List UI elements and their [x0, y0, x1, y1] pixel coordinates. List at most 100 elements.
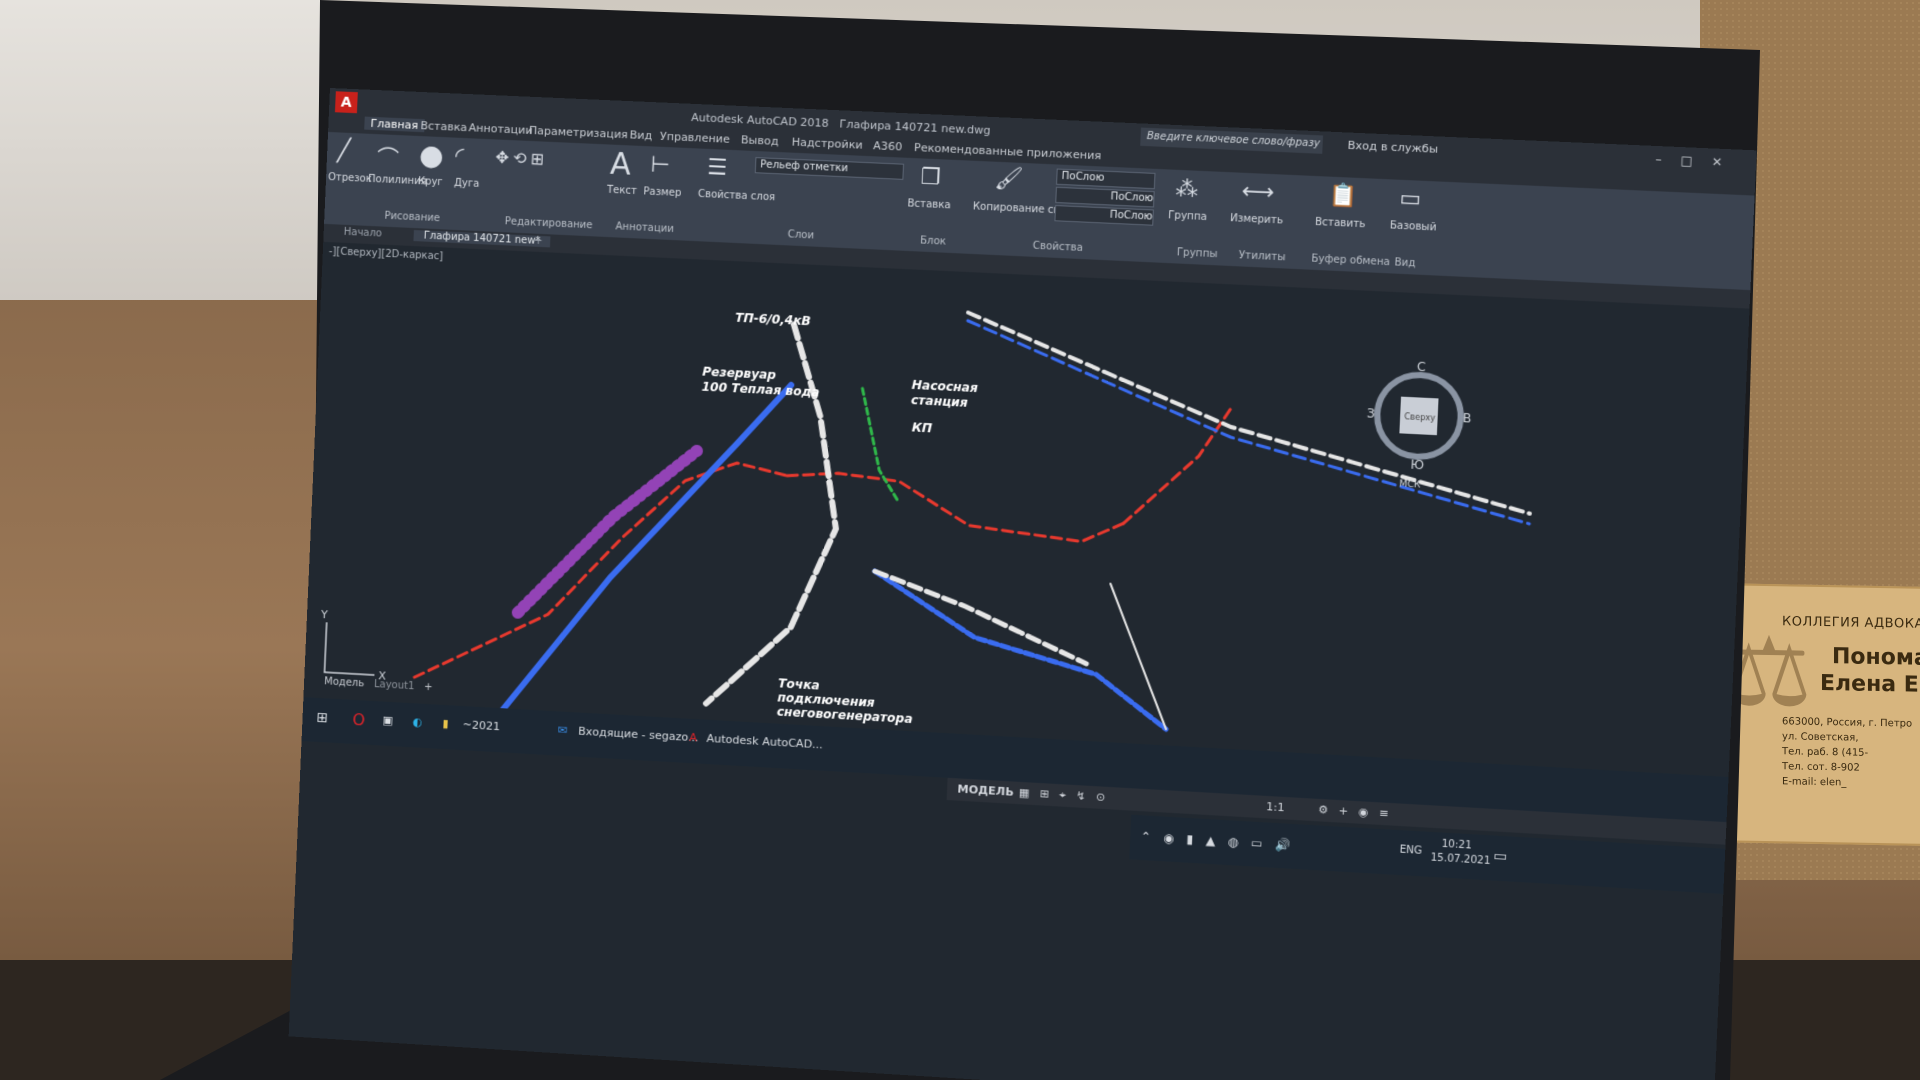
base-view-label[interactable]: Базовый	[1390, 220, 1437, 233]
insert-block-icon[interactable]: ❐	[920, 165, 941, 191]
tab-annotate[interactable]: Аннотации	[468, 121, 532, 137]
blue-road-top	[960, 321, 1537, 524]
add-layout-button[interactable]: +	[424, 682, 433, 693]
laptop-screen: A Autodesk AutoCAD 2018 Глафира 140721 n…	[288, 88, 1757, 1080]
red-pipe-left	[414, 447, 787, 697]
dimension-icon[interactable]: ⊢	[650, 152, 670, 178]
circle-tool-label[interactable]: Круг	[418, 176, 443, 188]
opera-icon[interactable]: O	[352, 710, 365, 730]
text-icon[interactable]: A	[609, 147, 631, 183]
tab-a360[interactable]: A360	[873, 139, 903, 153]
insert-label[interactable]: Вставка	[907, 198, 951, 211]
group-properties[interactable]: Свойства	[1032, 241, 1083, 254]
group-annotations[interactable]: Аннотации	[615, 221, 674, 235]
group-icon[interactable]: ⁂	[1175, 176, 1199, 202]
plaque-name2: Елена Евг	[1820, 670, 1920, 699]
tab-addins[interactable]: Надстройки	[791, 135, 863, 151]
group-draw[interactable]: Рисование	[384, 211, 440, 225]
autocad-app-icon[interactable]: A	[334, 91, 358, 115]
autocad-taskbar-icon[interactable]: A	[689, 731, 697, 745]
layer-properties-label[interactable]: Свойства слоя	[698, 189, 776, 204]
group-utilities[interactable]: Утилиты	[1239, 250, 1286, 263]
photo-scene: ⚖ КОЛЛЕГИЯ АДВОКА Понома Елена Евг 66300…	[0, 0, 1920, 1080]
group-block[interactable]: Блок	[920, 235, 946, 247]
taskbar-outlook[interactable]: Входящие - segazo...	[578, 725, 699, 745]
linetype-dropdown[interactable]: ПоСлою	[1055, 186, 1155, 208]
viewcube-mck: МСК	[1399, 479, 1421, 490]
white-road-branch	[871, 571, 1090, 663]
window-controls[interactable]: –□✕	[1655, 152, 1741, 170]
lineweight-dropdown[interactable]: ПоСлою	[1054, 205, 1154, 226]
new-tab-button[interactable]: +	[534, 236, 543, 247]
dimension-tool-label[interactable]: Размер	[643, 186, 681, 199]
plaque-addr1: 663000, Россия, г. Петро	[1782, 716, 1913, 730]
tab-parametric[interactable]: Параметризация	[529, 124, 629, 141]
arc-icon[interactable]: ◜	[455, 144, 465, 169]
taskbar-folder[interactable]: ~2021	[462, 718, 500, 733]
tab-manage[interactable]: Управление	[660, 130, 730, 146]
polyline-icon[interactable]: ⌒	[376, 140, 399, 173]
viewcube[interactable]: Сверху С З В Ю МСК	[1364, 357, 1474, 493]
viewcube-south: Ю	[1410, 457, 1424, 472]
edit-tools-icon[interactable]: ✥⟲⊞	[495, 147, 548, 168]
status-tools[interactable]: ⚙+◉≡	[1318, 803, 1400, 821]
tab-model[interactable]: Модель	[324, 676, 365, 689]
signin-button[interactable]: Вход в службы	[1347, 139, 1438, 156]
base-view-icon[interactable]: ▭	[1399, 186, 1422, 212]
blue-pipe-left	[493, 371, 791, 738]
plaque-addr2: ул. Советская,	[1782, 731, 1859, 744]
group-layers[interactable]: Слои	[787, 229, 814, 241]
label-station-2: станция	[911, 393, 969, 410]
tab-layout1[interactable]: Layout1	[374, 679, 415, 692]
color-dropdown[interactable]: ПоСлою	[1056, 168, 1156, 190]
outlook-icon[interactable]: ✉	[558, 723, 568, 737]
tab-drawing-file[interactable]: Глафира 140721 new*	[413, 230, 551, 248]
plaque-addr4: Тел. сот. 8-902	[1782, 761, 1860, 774]
group-view[interactable]: Вид	[1394, 257, 1416, 269]
group-clipboard[interactable]: Буфер обмена	[1311, 253, 1390, 268]
status-toggles[interactable]: ▦⊞⌖↯⊙	[1019, 786, 1116, 806]
svg-text:Y: Y	[320, 608, 329, 621]
tab-insert[interactable]: Вставка	[420, 119, 467, 134]
line-tool-label[interactable]: Отрезок	[328, 172, 372, 185]
group-edit[interactable]: Редактирование	[504, 216, 592, 231]
tray-icons[interactable]: ⌃◉▮▲◍▭🔊	[1140, 829, 1303, 853]
line-icon[interactable]: ╱	[337, 138, 351, 164]
plaque-addr3: Тел. раб. 8 (415-	[1782, 746, 1869, 759]
purple-hatch	[518, 442, 697, 622]
taskbar-autocad[interactable]: Autodesk AutoCAD...	[706, 732, 823, 752]
folder-icon[interactable]: ▮	[442, 717, 449, 730]
white-road-top	[961, 313, 1538, 514]
notifications-icon[interactable]: ▭	[1493, 848, 1508, 865]
arc-tool-label[interactable]: Дуга	[454, 178, 480, 190]
edge-icon[interactable]: ◐	[412, 715, 422, 729]
clock-time[interactable]: 10:21	[1441, 839, 1472, 852]
tab-home[interactable]: Главная	[364, 116, 425, 133]
windows-start-icon[interactable]: ⊞	[316, 710, 328, 727]
measure-label[interactable]: Измерить	[1230, 213, 1283, 227]
tab-start[interactable]: Начало	[343, 227, 382, 240]
group-label[interactable]: Группа	[1168, 210, 1207, 223]
layer-properties-icon[interactable]: ☰	[707, 155, 728, 181]
clock-date[interactable]: 15.07.2021	[1430, 852, 1490, 867]
viewcube-west: З	[1367, 406, 1376, 421]
blue-pipe-right	[869, 571, 1173, 729]
network-app-icon[interactable]: ▣	[382, 714, 393, 728]
model-space-button[interactable]: МОДЕЛЬ	[957, 782, 1014, 798]
tab-output[interactable]: Вывод	[741, 133, 779, 148]
group-groups[interactable]: Группы	[1177, 247, 1218, 260]
language-indicator[interactable]: ENG	[1399, 844, 1422, 857]
measure-icon[interactable]: ⟷	[1241, 179, 1275, 206]
paste-icon[interactable]: 📋	[1328, 183, 1358, 210]
label-point-3: снеговогенератора	[777, 704, 913, 726]
text-tool-label[interactable]: Текст	[607, 185, 637, 197]
match-properties-icon[interactable]: 🖌	[994, 166, 1024, 193]
annotation-scale[interactable]: 1:1	[1266, 800, 1285, 814]
circle-icon[interactable]: ●	[419, 138, 445, 172]
label-kp: КП	[912, 420, 933, 435]
tab-view[interactable]: Вид	[629, 128, 652, 142]
label-reservoir-2: 100 Теплая вода	[701, 380, 820, 400]
paste-label[interactable]: Вставить	[1315, 217, 1366, 231]
layer-dropdown[interactable]: Рельеф отметки	[754, 157, 905, 180]
nameplate: ⚖ КОЛЛЕГИЯ АДВОКА Понома Елена Евг 66300…	[1720, 583, 1920, 846]
